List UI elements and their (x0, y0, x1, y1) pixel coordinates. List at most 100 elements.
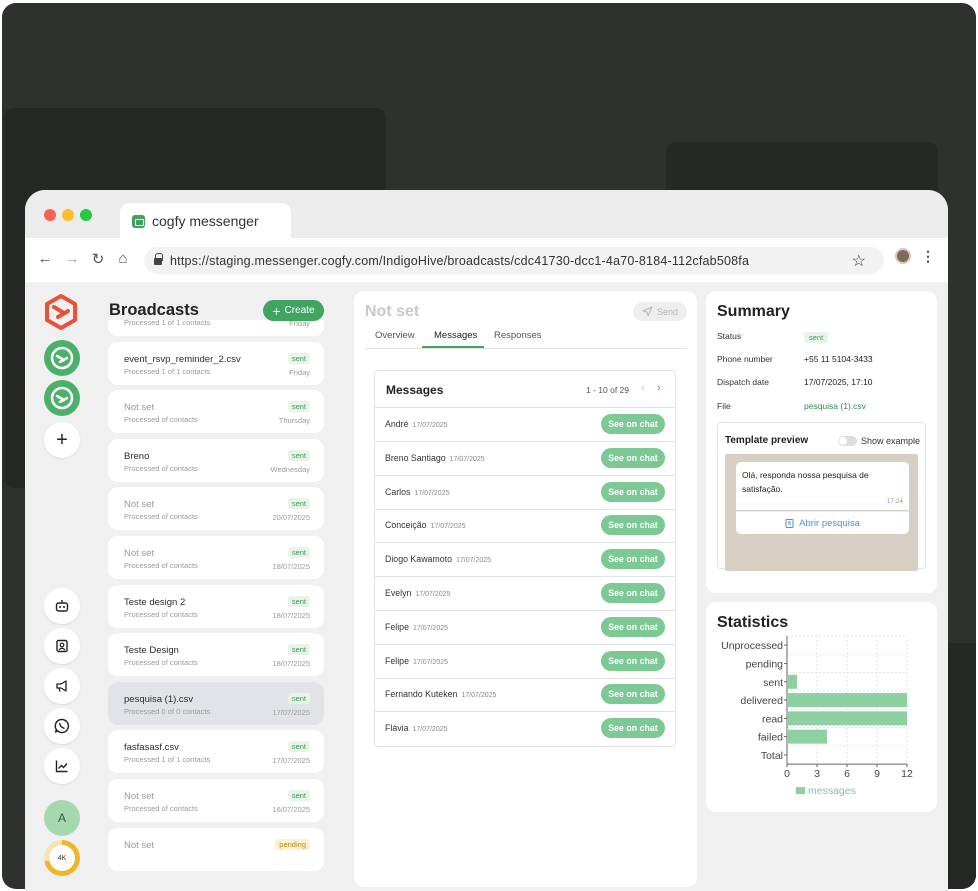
broadcast-list-item[interactable]: fasfasasf.csv Processed 1 of 1 contacts se… (108, 730, 324, 774)
address-bar-row: ← → ↻ ⌂ https://staging.messenger.cogfy.… (25, 238, 948, 282)
see-on-chat-button[interactable]: See on chat (601, 616, 665, 637)
broadcast-name: fasfasasf.csv (124, 742, 179, 754)
cogfy-logo-icon[interactable] (44, 294, 78, 330)
status-badge: sent (287, 692, 310, 704)
broadcast-list-item[interactable]: Not set Processed of contacts sent 20/07/20… (108, 487, 324, 531)
clipboard-icon (785, 519, 794, 528)
category-label: delivered (740, 695, 783, 707)
home-icon[interactable]: ⌂ (114, 250, 132, 267)
contact-name-text: Carlos (385, 486, 411, 497)
broadcast-name: pesquisa (1).csv (124, 693, 194, 705)
minimize-window-button[interactable] (62, 209, 74, 221)
see-on-chat-button[interactable]: See on chat (601, 650, 665, 671)
summary-panel: Summary Status sent Phone number +55 11 … (706, 291, 937, 593)
broadcast-list-item[interactable]: Teste Design Processed of contacts sent 18/… (108, 633, 324, 677)
megaphone-icon[interactable] (44, 668, 80, 704)
tab-overview[interactable]: Overview (375, 330, 415, 341)
browser-tab[interactable]: cogfy messenger (120, 203, 291, 239)
send-button[interactable]: Send (633, 302, 687, 321)
contact-name-text: Evelyn (385, 588, 412, 598)
template-chat-preview: Olá, responda nossa pesquisa de satisfaç… (725, 454, 918, 571)
back-icon[interactable]: ← (36, 250, 54, 267)
broadcast-progress: Processed of contacts (124, 512, 198, 522)
workspace-green-icon[interactable] (44, 380, 80, 416)
bot-icon[interactable] (44, 588, 80, 624)
contact-name: Evelyn 17/07/2025 (385, 588, 450, 598)
forward-icon[interactable]: → (63, 250, 81, 267)
broadcast-list-item[interactable]: event_rsvp_reminder_2.csvProcessed 1 of … (108, 341, 324, 385)
pagination-label: 1 - 10 of 29 (586, 385, 630, 395)
chevron-left-icon[interactable]: ‹ (641, 382, 645, 394)
see-on-chat-button[interactable]: See on chat (601, 583, 665, 603)
show-example-toggle[interactable] (838, 436, 857, 446)
workspace-green-icon[interactable] (44, 340, 80, 376)
analytics-chart-icon[interactable] (44, 748, 80, 784)
message-row: Flávia 17/07/2025 See on chat (375, 712, 675, 746)
template-action-button[interactable]: Abrir pesquisa (736, 511, 909, 534)
detail-tabs: Overview Messages Responses (365, 329, 687, 349)
broadcast-date: Thursday (278, 416, 310, 426)
tab-messages[interactable]: Messages (434, 330, 477, 341)
message-row: Diogo Kawamoto 17/07/2025 See on chat (375, 543, 675, 578)
broadcast-list-item[interactable]: Not set Processed of contacts sent 16/07/20… (108, 779, 324, 822)
send-icon (642, 306, 653, 317)
broadcast-date: Wednesday (270, 464, 310, 474)
tab-responses[interactable]: Responses (494, 330, 542, 341)
contact-name: Flávia 17/07/2025 (385, 723, 448, 733)
contact-name: Conceição 17/07/2025 (385, 520, 466, 530)
contact-name: Carlos 17/07/2025 (385, 487, 449, 497)
file-link[interactable]: pesquisa (1).csv (804, 401, 866, 411)
broadcast-name: event_rsvp_reminder_2.csv (124, 353, 241, 365)
maximize-window-button[interactable] (80, 209, 92, 221)
x-tick-label: 6 (844, 768, 850, 780)
broadcast-list-item[interactable]: Not set pending (108, 827, 324, 871)
send-label: Send (656, 306, 679, 317)
broadcast-list-item[interactable]: Breno Processed of contacts sent Wednesday (108, 438, 324, 482)
status-badge: sent (287, 595, 310, 607)
bar-delivered (787, 693, 907, 708)
see-on-chat-button[interactable]: See on chat (601, 549, 665, 570)
close-window-button[interactable] (44, 209, 56, 221)
message-row: Breno Santiago 17/07/2025 See on chat (375, 442, 675, 476)
create-broadcast-button[interactable]: + Create (263, 300, 324, 321)
category-label: read (762, 713, 783, 725)
profile-avatar-icon[interactable] (895, 248, 911, 264)
broadcast-progress: Processed 1 of 1 contacts (124, 755, 211, 765)
bookmark-star-icon[interactable]: ☆ (852, 251, 866, 271)
see-on-chat-button[interactable]: See on chat (601, 481, 665, 502)
broadcast-name: Not set (124, 839, 155, 851)
message-row: Carlos 17/07/2025 See on chat (375, 476, 675, 510)
contact-name-text: Felipe (385, 621, 409, 632)
template-message-text: Olá, responda nossa pesquisa de satisfaç… (742, 470, 869, 494)
chevron-right-icon[interactable]: › (657, 382, 661, 394)
see-on-chat-button[interactable]: See on chat (601, 447, 665, 468)
whatsapp-icon[interactable] (44, 708, 80, 744)
messages-header: Messages 1 - 10 of 29 ‹ › (375, 371, 675, 408)
usage-ring[interactable]: 4K (44, 840, 80, 876)
broadcast-date: 17/07/2025 (272, 707, 310, 717)
messages-title: Messages (386, 383, 444, 397)
broadcast-list-item[interactable]: pesquisa (1).csv Processed 0 of 0 contact… (108, 681, 324, 725)
broadcast-list-item[interactable]: Not set Processed of contacts sent 18/07/20… (108, 536, 324, 579)
see-on-chat-button[interactable]: See on chat (601, 684, 665, 705)
message-row: Evelyn 17/07/2025 See on chat (375, 577, 675, 611)
url-bar[interactable]: https://staging.messenger.cogfy.com/Indi… (144, 247, 884, 274)
see-on-chat-button[interactable]: See on chat (601, 414, 665, 434)
user-avatar[interactable]: A (44, 800, 80, 836)
contacts-icon[interactable] (44, 628, 80, 664)
status-badge: sent (287, 498, 310, 510)
contact-name-text: Conceição (385, 520, 427, 531)
broadcast-name: Not set (124, 791, 155, 802)
broadcast-list-item[interactable]: Teste design 2 Processed of contacts sent 1… (108, 584, 324, 628)
statistics-chart: Unprocessed pending sent delivered read faile… (721, 635, 913, 797)
see-on-chat-button[interactable]: See on chat (601, 515, 665, 536)
broadcast-list-item[interactable]: Not set Processed of contacts sent Thursday (108, 390, 324, 434)
reload-icon[interactable]: ↻ (89, 250, 107, 268)
see-on-chat-button[interactable]: See on chat (601, 718, 665, 739)
broadcast-title: Not set (365, 303, 420, 320)
lock-icon (154, 253, 163, 265)
x-tick-label: 9 (874, 768, 880, 780)
broadcast-name: Teste Design (124, 645, 179, 657)
browser-menu-icon[interactable]: ⋮ (921, 248, 935, 265)
add-workspace-icon[interactable]: + (44, 422, 80, 458)
